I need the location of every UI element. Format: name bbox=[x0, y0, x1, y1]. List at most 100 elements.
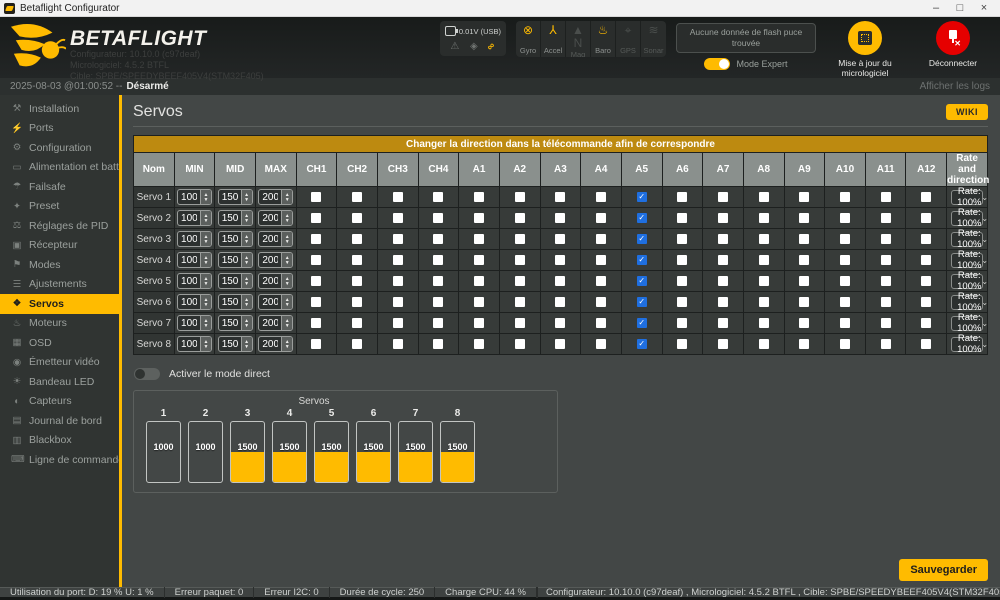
checkbox-a12[interactable] bbox=[921, 234, 931, 244]
stepper-down-icon[interactable]: ▼ bbox=[203, 240, 208, 244]
checkbox-a12[interactable] bbox=[921, 297, 931, 307]
rate-direction-select[interactable]: Rate: 100%⌄ bbox=[951, 232, 983, 247]
servo-4-mid-input[interactable] bbox=[219, 253, 241, 267]
stepper-up-icon[interactable]: ▲ bbox=[203, 214, 208, 218]
checkbox-a3[interactable] bbox=[555, 339, 565, 349]
checkbox-ch1[interactable] bbox=[311, 276, 321, 286]
servo-8-mid-input[interactable] bbox=[219, 337, 241, 351]
save-button[interactable]: Sauvegarder bbox=[899, 559, 988, 581]
stepper-arrows-icon[interactable]: ▲▼ bbox=[281, 190, 292, 204]
sidebar-item--metteur-vid-o[interactable]: ◉Émetteur vidéo bbox=[0, 353, 119, 373]
checkbox-a8[interactable] bbox=[759, 213, 769, 223]
stepper-arrows-icon[interactable]: ▲▼ bbox=[200, 232, 211, 246]
checkbox-a8[interactable] bbox=[759, 255, 769, 265]
checkbox-a5[interactable]: ✓ bbox=[637, 297, 647, 307]
checkbox-a10[interactable] bbox=[840, 234, 850, 244]
checkbox-ch4[interactable] bbox=[433, 318, 443, 328]
checkbox-a10[interactable] bbox=[840, 297, 850, 307]
stepper-down-icon[interactable]: ▼ bbox=[244, 282, 249, 286]
checkbox-a11[interactable] bbox=[881, 192, 891, 202]
stepper-down-icon[interactable]: ▼ bbox=[285, 324, 290, 328]
servo-1-max-input[interactable] bbox=[259, 190, 281, 204]
direct-mode-toggle[interactable] bbox=[134, 368, 160, 380]
stepper-down-icon[interactable]: ▼ bbox=[285, 261, 290, 265]
checkbox-a2[interactable] bbox=[515, 297, 525, 307]
checkbox-a1[interactable] bbox=[474, 276, 484, 286]
stepper-arrows-icon[interactable]: ▲▼ bbox=[241, 337, 252, 351]
servo-8-max-input[interactable] bbox=[259, 337, 281, 351]
checkbox-ch3[interactable] bbox=[393, 213, 403, 223]
checkbox-ch3[interactable] bbox=[393, 297, 403, 307]
stepper-down-icon[interactable]: ▼ bbox=[203, 303, 208, 307]
checkbox-a11[interactable] bbox=[881, 276, 891, 286]
servo-5-min-input[interactable] bbox=[178, 274, 200, 288]
checkbox-a4[interactable] bbox=[596, 213, 606, 223]
checkbox-a8[interactable] bbox=[759, 318, 769, 328]
checkbox-a7[interactable] bbox=[718, 213, 728, 223]
stepper-arrows-icon[interactable]: ▲▼ bbox=[281, 211, 292, 225]
checkbox-a7[interactable] bbox=[718, 297, 728, 307]
checkbox-ch3[interactable] bbox=[393, 318, 403, 328]
stepper-arrows-icon[interactable]: ▲▼ bbox=[281, 253, 292, 267]
servo-7-max-input[interactable] bbox=[259, 316, 281, 330]
checkbox-a8[interactable] bbox=[759, 234, 769, 244]
stepper-down-icon[interactable]: ▼ bbox=[285, 240, 290, 244]
checkbox-a6[interactable] bbox=[677, 255, 687, 265]
checkbox-a6[interactable] bbox=[677, 234, 687, 244]
checkbox-a4[interactable] bbox=[596, 192, 606, 202]
checkbox-a2[interactable] bbox=[515, 318, 525, 328]
checkbox-a7[interactable] bbox=[718, 192, 728, 202]
stepper-up-icon[interactable]: ▲ bbox=[244, 235, 249, 239]
servo-5-mid-input[interactable] bbox=[219, 274, 241, 288]
checkbox-a1[interactable] bbox=[474, 234, 484, 244]
checkbox-a7[interactable] bbox=[718, 255, 728, 265]
servo-2-mid-input[interactable] bbox=[219, 211, 241, 225]
checkbox-a4[interactable] bbox=[596, 339, 606, 349]
checkbox-a4[interactable] bbox=[596, 318, 606, 328]
checkbox-a6[interactable] bbox=[677, 276, 687, 286]
stepper-up-icon[interactable]: ▲ bbox=[203, 298, 208, 302]
checkbox-a12[interactable] bbox=[921, 339, 931, 349]
sidebar-item-failsafe[interactable]: ☂Failsafe bbox=[0, 177, 119, 197]
stepper-up-icon[interactable]: ▲ bbox=[285, 193, 290, 197]
stepper-down-icon[interactable]: ▼ bbox=[203, 345, 208, 349]
stepper-down-icon[interactable]: ▼ bbox=[285, 219, 290, 223]
stepper-up-icon[interactable]: ▲ bbox=[244, 214, 249, 218]
stepper-up-icon[interactable]: ▲ bbox=[244, 340, 249, 344]
sidebar-item-ligne-de-commande-cli-[interactable]: ⌨Ligne de commande (CLI) bbox=[0, 450, 119, 470]
sidebar-item-ports[interactable]: ⚡Ports bbox=[0, 119, 119, 139]
sidebar-item-osd[interactable]: ▦OSD bbox=[0, 333, 119, 353]
checkbox-a3[interactable] bbox=[555, 318, 565, 328]
checkbox-a3[interactable] bbox=[555, 192, 565, 202]
checkbox-a1[interactable] bbox=[474, 213, 484, 223]
checkbox-a11[interactable] bbox=[881, 318, 891, 328]
checkbox-ch4[interactable] bbox=[433, 339, 443, 349]
rate-direction-select[interactable]: Rate: 100%⌄ bbox=[951, 274, 983, 289]
stepper-down-icon[interactable]: ▼ bbox=[244, 324, 249, 328]
checkbox-ch2[interactable] bbox=[352, 276, 362, 286]
checkbox-a10[interactable] bbox=[840, 213, 850, 223]
stepper-arrows-icon[interactable]: ▲▼ bbox=[241, 211, 252, 225]
stepper-arrows-icon[interactable]: ▲▼ bbox=[241, 190, 252, 204]
checkbox-a3[interactable] bbox=[555, 276, 565, 286]
checkbox-a9[interactable] bbox=[799, 255, 809, 265]
checkbox-a7[interactable] bbox=[718, 234, 728, 244]
stepper-down-icon[interactable]: ▼ bbox=[244, 261, 249, 265]
checkbox-a12[interactable] bbox=[921, 213, 931, 223]
checkbox-a5[interactable]: ✓ bbox=[637, 276, 647, 286]
stepper-down-icon[interactable]: ▼ bbox=[285, 303, 290, 307]
checkbox-ch1[interactable] bbox=[311, 339, 321, 349]
stepper-arrows-icon[interactable]: ▲▼ bbox=[281, 295, 292, 309]
checkbox-a6[interactable] bbox=[677, 192, 687, 202]
checkbox-ch2[interactable] bbox=[352, 213, 362, 223]
servo-6-max-input[interactable] bbox=[259, 295, 281, 309]
servo-4-min-input[interactable] bbox=[178, 253, 200, 267]
checkbox-ch3[interactable] bbox=[393, 234, 403, 244]
checkbox-ch2[interactable] bbox=[352, 192, 362, 202]
stepper-down-icon[interactable]: ▼ bbox=[285, 198, 290, 202]
stepper-up-icon[interactable]: ▲ bbox=[203, 319, 208, 323]
stepper-down-icon[interactable]: ▼ bbox=[203, 261, 208, 265]
checkbox-a5[interactable]: ✓ bbox=[637, 318, 647, 328]
stepper-down-icon[interactable]: ▼ bbox=[203, 282, 208, 286]
stepper-up-icon[interactable]: ▲ bbox=[285, 256, 290, 260]
